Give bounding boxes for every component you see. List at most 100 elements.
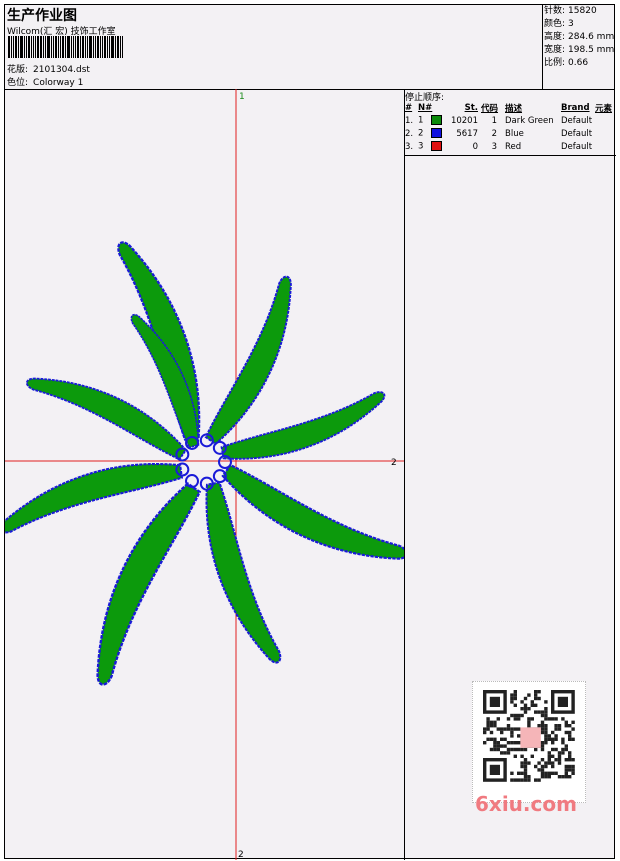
qr-finder [557, 696, 568, 707]
barcode-bar [33, 36, 34, 58]
qr-module [561, 737, 565, 741]
qr-module [564, 720, 568, 724]
qr-module [537, 778, 541, 782]
barcode-bar [67, 36, 70, 58]
barcode-bar [45, 36, 46, 58]
qr-module [527, 693, 531, 697]
qr-module [486, 737, 490, 741]
qr-module [523, 764, 528, 769]
qr-module [537, 710, 541, 714]
production-sheet: 生产作业图 Wilcom(汇 宏) 技饰工作室 花版: 2101304.dst 色… [4, 4, 617, 860]
stop-sequence-header: 停止顺序: # N# St. 代码 描述 Brand 元素 1. 1 10201 1 D… [405, 89, 616, 156]
qr-module [527, 761, 531, 765]
barcode-bar [89, 36, 92, 58]
qr-module [527, 724, 531, 728]
qr-module [510, 727, 514, 731]
qr-logo [520, 727, 541, 748]
qr-module [510, 771, 514, 775]
qr-module [513, 713, 517, 718]
stitch-count-row: 针数: 15820 [543, 5, 617, 18]
barcode-bar [43, 36, 44, 58]
qr-module [561, 717, 565, 721]
row-description: Dark Green [505, 115, 554, 126]
qr-module [506, 741, 511, 745]
qr-module [506, 727, 511, 731]
qr-module [534, 747, 538, 752]
design-file-label: 花版: [7, 65, 29, 75]
qr-module [537, 724, 541, 728]
qr-module [520, 778, 524, 782]
color-swatch [431, 141, 443, 152]
qr-module [496, 744, 500, 748]
qr-module [520, 754, 524, 758]
qr-module [517, 741, 521, 745]
row-index: 3. [405, 141, 414, 152]
qr-module [500, 737, 504, 741]
qr-module [523, 768, 528, 772]
qr-module [540, 771, 545, 775]
stitch-count-value: 15820 [568, 6, 597, 16]
height-value: 284.6 mm [568, 32, 615, 42]
scale-value: 0.66 [568, 58, 589, 68]
qr-module [540, 730, 545, 735]
qr-module [551, 741, 555, 745]
needle-number: 3 [418, 141, 424, 152]
qr-module [503, 727, 507, 731]
qr-module [547, 761, 551, 765]
qr-module [551, 764, 555, 769]
qr-module [564, 771, 568, 775]
qr-module [493, 741, 497, 745]
qr-module [483, 727, 487, 731]
qr-module [523, 775, 528, 779]
needle-number: 1 [418, 115, 424, 126]
qr-module [523, 771, 528, 775]
col-element: 元素 [595, 104, 613, 114]
qr-module [568, 754, 572, 758]
qr-module [534, 778, 538, 782]
barcode-bar [15, 36, 17, 58]
qr-module [534, 764, 538, 769]
qr-module [523, 710, 528, 714]
barcode-bar [71, 36, 72, 58]
qr-module [540, 764, 545, 769]
barcode-bar [85, 36, 86, 58]
qr-module [568, 764, 572, 769]
qr-module [537, 696, 541, 701]
color-row: 1. 1 10201 1 Dark Green Default [405, 114, 612, 127]
qr-module [493, 744, 497, 748]
qr-module [551, 747, 555, 752]
qr-module [537, 768, 541, 772]
qr-module [496, 741, 500, 745]
embroidery-design: 1 2 2 [5, 89, 404, 860]
barcode-bar [18, 36, 19, 58]
barcode-bar [122, 36, 123, 58]
barcode-bar [55, 36, 57, 58]
qr-module [510, 778, 514, 782]
design-file-row: 花版: 2101304.dst [7, 62, 90, 75]
barcode-bar [117, 36, 119, 58]
qr-module [517, 734, 521, 738]
qr-module [544, 764, 548, 769]
qr-module [523, 703, 528, 707]
qr-module [513, 703, 517, 707]
qr-module [547, 758, 551, 762]
axis-label-right: 2 [391, 458, 397, 468]
color-count-row: 颜色: 3 [543, 18, 617, 31]
barcode-bar [102, 36, 103, 58]
qr-module [544, 771, 548, 775]
barcode-bar [53, 36, 54, 58]
qr-module [547, 771, 551, 775]
barcode-bar [73, 36, 74, 58]
qr-module [571, 727, 575, 731]
qr-module [547, 717, 551, 721]
barcode-bar [77, 36, 79, 58]
qr-module [540, 713, 545, 718]
scale-label: 比例: [544, 58, 566, 68]
qr-module [483, 741, 487, 745]
axis-label-bottom: 2 [238, 850, 244, 860]
stop-sequence-panel: 停止顺序: # N# St. 代码 描述 Brand 元素 1. 1 10201 1 D… [405, 89, 616, 860]
col-brand: Brand [561, 103, 590, 113]
qr-module [571, 758, 575, 762]
qr-module [503, 737, 507, 741]
barcode-bar [31, 36, 32, 58]
